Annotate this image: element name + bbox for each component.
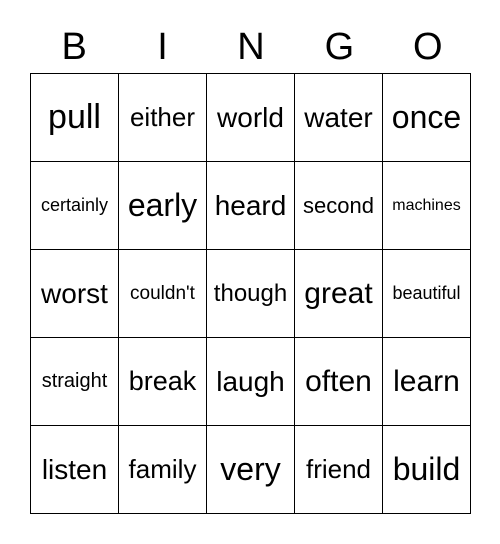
bingo-cell[interactable]: couldn't [119,250,207,338]
bingo-cell[interactable]: build [383,426,471,514]
bingo-cell[interactable]: pull [31,74,119,162]
bingo-cell[interactable]: water [295,74,383,162]
header-letter-i: I [157,26,168,68]
bingo-cell[interactable]: very [207,426,295,514]
header-letter-g: G [324,26,355,68]
bingo-cell[interactable]: either [119,74,207,162]
bingo-cell[interactable]: world [207,74,295,162]
bingo-cell[interactable]: family [119,426,207,514]
bingo-cell[interactable]: worst [31,250,119,338]
bingo-grid: pull either world water once certainly early he… [30,73,471,514]
bingo-cell[interactable]: once [383,74,471,162]
bingo-cell[interactable]: beautiful [383,250,471,338]
bingo-header: B I N G O [30,22,472,72]
bingo-cell[interactable]: certainly [31,162,119,250]
bingo-cell[interactable]: second [295,162,383,250]
bingo-cell[interactable]: listen [31,426,119,514]
bingo-cell[interactable]: learn [383,338,471,426]
header-letter-b: B [61,26,87,68]
bingo-cell[interactable]: great [295,250,383,338]
header-letter-n: N [237,26,265,68]
header-letter-o: O [412,26,443,68]
bingo-cell[interactable]: friend [295,426,383,514]
bingo-cell[interactable]: straight [31,338,119,426]
bingo-cell[interactable]: machines [383,162,471,250]
bingo-cell[interactable]: often [295,338,383,426]
bingo-cell[interactable]: early [119,162,207,250]
bingo-cell[interactable]: break [119,338,207,426]
bingo-cell[interactable]: heard [207,162,295,250]
bingo-cell[interactable]: though [207,250,295,338]
bingo-cell[interactable]: laugh [207,338,295,426]
